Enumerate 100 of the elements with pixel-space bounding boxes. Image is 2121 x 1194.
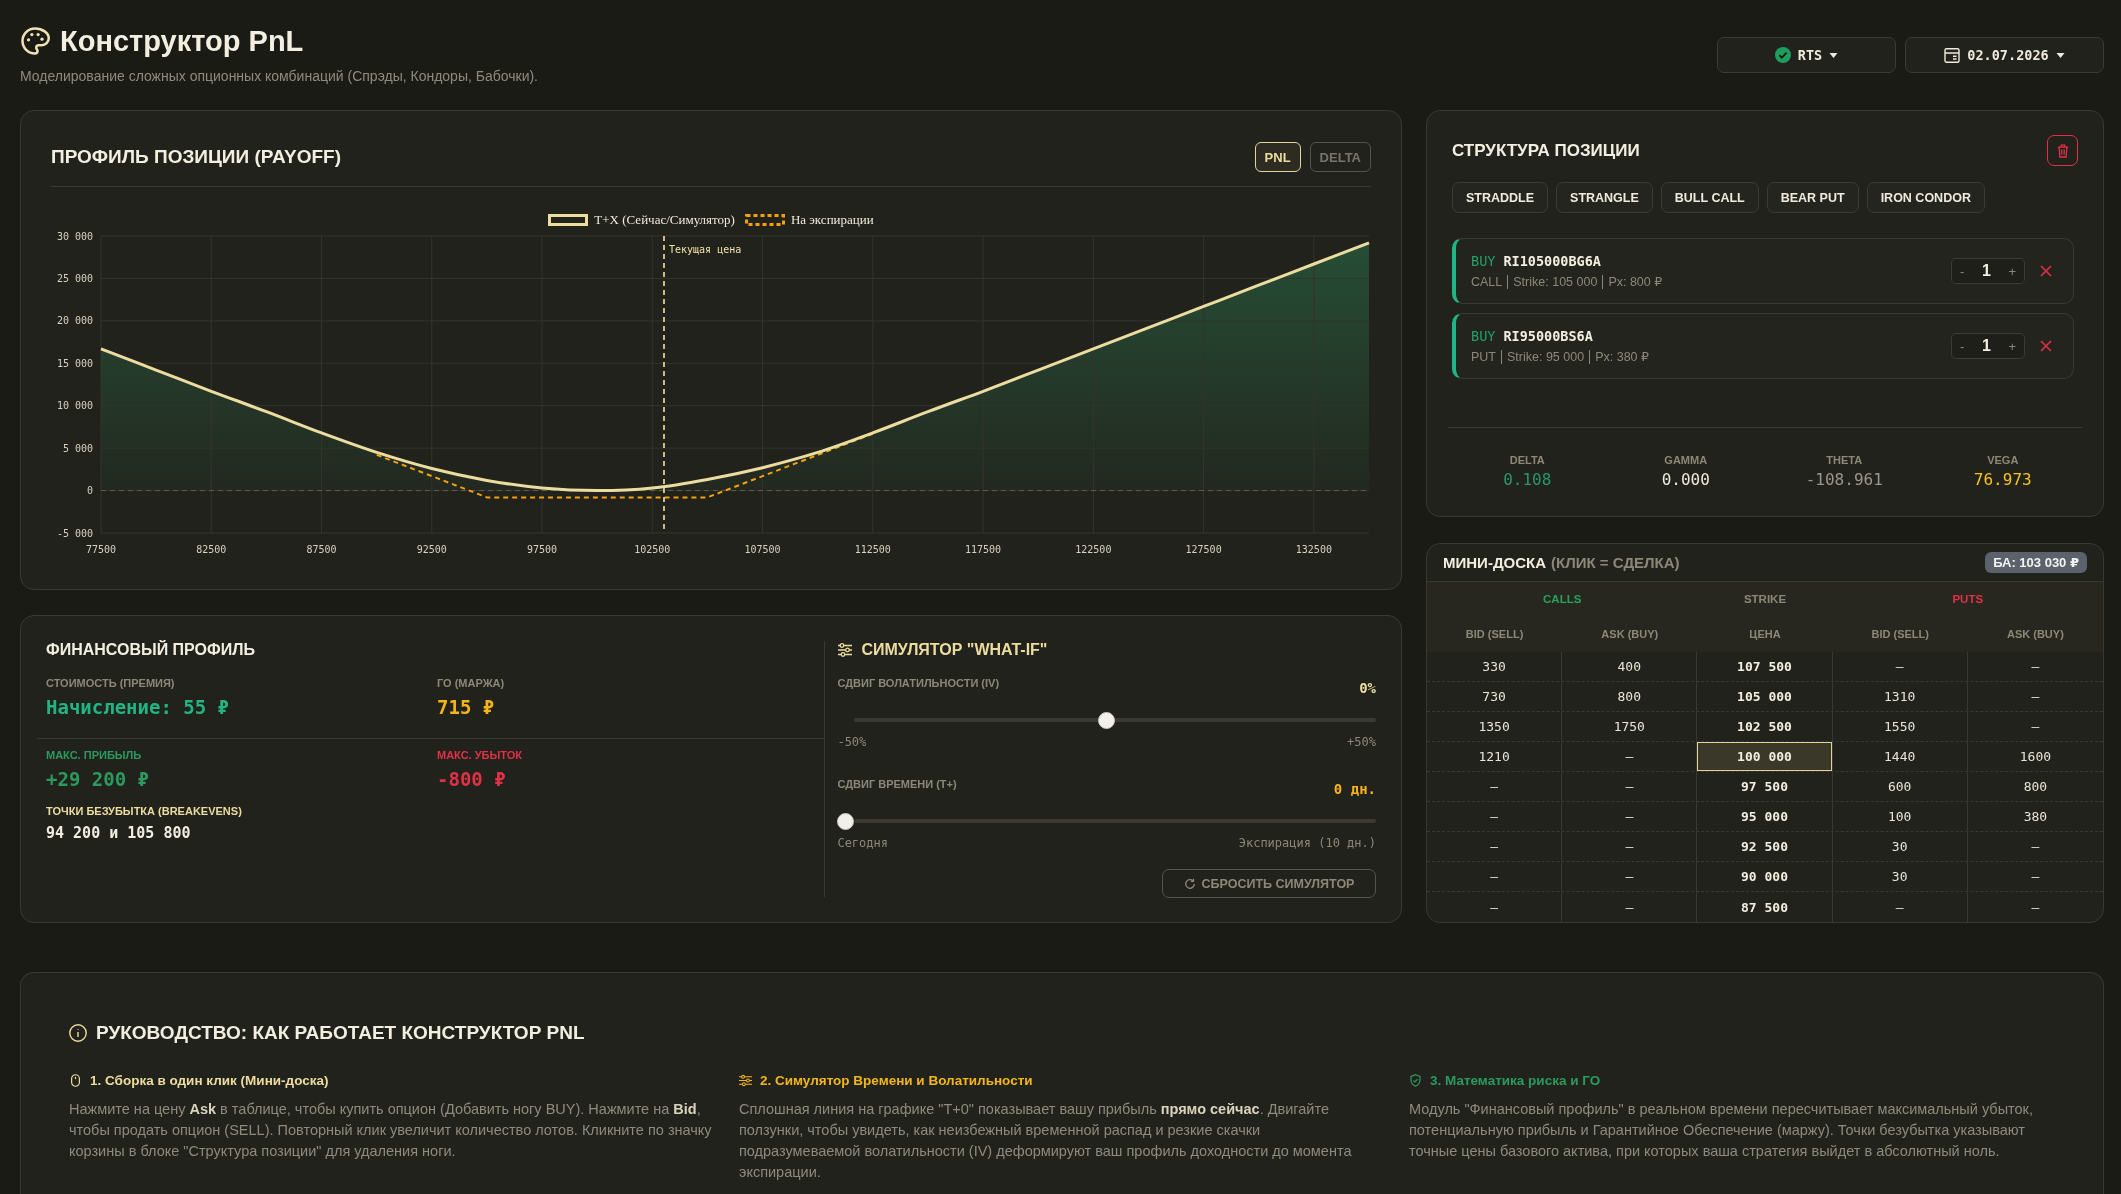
x-axis-label: 77500 (85, 544, 117, 555)
price-cell[interactable]: 1350 (1427, 712, 1563, 741)
column-group-header: STRIKE (1742, 593, 1788, 605)
price-cell[interactable]: — (1967, 712, 2103, 741)
mode-tab[interactable]: PNL (1254, 142, 1301, 172)
section-text: Сплошная линия на графике "T+0" показывает вашу прибыль прямо сейчас. Двигайте ползунки, чтобы увидеть, как неизбежный временной распад и резкие скачки подразумеваемой волатильности (IV) деформируют ваш профиль доходности до момента экспирации. (739, 1100, 1353, 1182)
x-axis-label: 127500 (1185, 544, 1222, 555)
section-text: Нажмите на цену Ask в таблице, чтобы купить опцион (Добавить ногу BUY). Нажмите на Bid, чтобы продать опцион (SELL). Повторный клик увеличит количество лотов. Кликните по значку корзины в блоке "Структура позиции" для удаления ноги. (69, 1100, 713, 1161)
column-group-header: CALLS (1542, 593, 1583, 605)
slider-min-label: -50% (837, 734, 867, 750)
x-axis-label: 82500 (196, 544, 227, 555)
column-group-header: PUTS (1951, 593, 1985, 605)
price-cell[interactable]: — (1832, 652, 1968, 681)
quantity-value: 1 (1981, 262, 1991, 280)
price-cell[interactable]: — (1427, 802, 1563, 831)
price-cell[interactable]: 380 (1967, 802, 2103, 831)
strike-cell: 102 500 (1697, 712, 1833, 741)
y-axis-label: 10 000 (56, 400, 93, 412)
stat-value: Начисление: 55 ₽ (46, 695, 230, 719)
y-axis-label: 5 000 (62, 442, 93, 454)
price-cell[interactable]: 30 (1832, 832, 1968, 861)
decrement-button[interactable]: - (1956, 336, 1969, 356)
slider-reading: 0% (1359, 679, 1376, 698)
strategy-preset-button[interactable]: IRON CONDOR (1866, 182, 1985, 213)
price-cell[interactable]: 1750 (1562, 712, 1698, 741)
x-axis-label: 117500 (965, 544, 1002, 555)
close-icon[interactable] (2040, 265, 2052, 277)
current-price-label: Текущая цена (669, 244, 742, 255)
price-cell[interactable]: — (1427, 892, 1563, 922)
price-cell[interactable]: 1550 (1832, 712, 1968, 741)
side-label: BUY (1471, 253, 1496, 269)
sliders-icon (837, 642, 854, 658)
strategy-preset-button[interactable]: STRANGLE (1556, 182, 1653, 213)
strike-cell: 97 500 (1697, 772, 1833, 801)
price-cell[interactable]: 600 (1832, 772, 1968, 801)
price-cell[interactable]: 400 (1562, 652, 1698, 681)
legend-label[interactable]: T+X (Сейчас/Симулятор) (594, 212, 735, 228)
price-cell[interactable]: — (1562, 862, 1698, 891)
x-axis-label: 97500 (527, 544, 558, 555)
legend-label[interactable]: На экспирации (790, 212, 874, 228)
greek-value: 0.108 (1503, 469, 1552, 491)
trash-button[interactable] (2047, 135, 2078, 166)
price-cell[interactable]: 100 (1832, 802, 1968, 831)
strike-cell: 105 000 (1697, 682, 1833, 711)
increment-button[interactable]: + (2004, 261, 2020, 281)
strike-cell: 100 000 (1697, 742, 1833, 771)
price-cell[interactable]: 1600 (1967, 742, 2103, 771)
price-cell[interactable]: — (1967, 862, 2103, 891)
y-axis-label: -5 000 (56, 527, 93, 539)
slider-thumb[interactable] (1098, 711, 1116, 729)
increment-button[interactable]: + (2004, 336, 2020, 356)
price-cell[interactable]: 330 (1427, 652, 1563, 681)
x-axis-label: 112500 (854, 544, 891, 555)
price-cell[interactable]: 30 (1832, 862, 1968, 891)
strategy-preset-button[interactable]: STRADDLE (1452, 182, 1549, 213)
price-cell[interactable]: — (1427, 832, 1563, 861)
price-cell[interactable]: 1210 (1427, 742, 1563, 771)
price-cell[interactable]: — (1967, 682, 2103, 711)
reset-simulator-button[interactable]: СБРОСИТЬ СИМУЛЯТОР (1162, 869, 1376, 898)
y-axis-label: 15 000 (56, 357, 93, 369)
section-title: 1. Сборка в один клик (Мини-доска) (90, 1072, 329, 1088)
greek-value: -108.961 (1805, 469, 1883, 491)
price-cell[interactable]: — (1967, 652, 2103, 681)
price-cell[interactable]: 800 (1562, 682, 1698, 711)
date-dropdown[interactable]: 02.07.2026 (1905, 37, 2104, 73)
price-cell[interactable]: — (1967, 892, 2103, 922)
greek-value: 76.973 (1973, 469, 2032, 491)
check-circle-icon (1774, 47, 1791, 63)
strategy-preset-button[interactable]: BULL CALL (1660, 182, 1759, 213)
column-header: ASK (BUY) (1600, 628, 1660, 640)
price-cell[interactable]: — (1562, 802, 1698, 831)
price-cell[interactable]: — (1967, 832, 2103, 861)
strategy-preset-button[interactable]: BEAR PUT (1766, 182, 1859, 213)
stat-label: МАКС. ПРИБЫЛЬ (46, 748, 142, 762)
price-cell[interactable]: — (1562, 772, 1698, 801)
slider-thumb[interactable] (837, 812, 855, 830)
y-axis-label: 20 000 (56, 315, 93, 327)
asset-dropdown[interactable]: RTS (1717, 37, 1896, 73)
refresh-icon (1183, 877, 1196, 890)
greek-label: VEGA (1987, 453, 2019, 467)
leg-detail: Strike: 105 000 (1507, 275, 1598, 289)
price-cell[interactable]: — (1427, 862, 1563, 891)
strike-cell: 107 500 (1697, 652, 1833, 681)
close-icon[interactable] (2040, 340, 2052, 352)
stat-value: 94 200 и 105 800 (46, 823, 191, 843)
price-cell[interactable]: — (1427, 772, 1563, 801)
price-cell[interactable]: 1440 (1832, 742, 1968, 771)
stat-value: 715 ₽ (437, 695, 495, 719)
price-cell[interactable]: 1310 (1832, 682, 1968, 711)
price-cell[interactable]: 730 (1427, 682, 1563, 711)
price-cell[interactable]: — (1832, 892, 1968, 922)
y-axis-label: 25 000 (56, 272, 93, 284)
calendar-icon (1944, 47, 1961, 63)
side-label: BUY (1471, 328, 1496, 344)
decrement-button[interactable]: - (1956, 261, 1969, 281)
price-cell[interactable]: — (1562, 892, 1698, 922)
leg-detail: Px: 380 ₽ (1589, 350, 1649, 364)
x-axis-label: 122500 (1075, 544, 1112, 555)
price-cell[interactable]: — (1562, 832, 1698, 861)
price-cell[interactable]: 800 (1967, 772, 2103, 801)
